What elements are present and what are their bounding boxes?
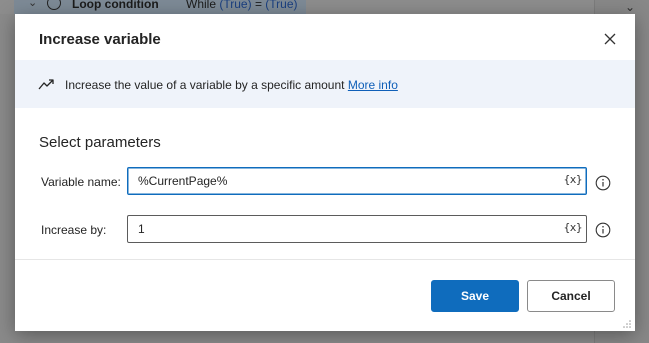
save-button[interactable]: Save xyxy=(431,280,519,312)
cancel-button[interactable]: Cancel xyxy=(527,280,615,312)
info-banner: Increase the value of a variable by a sp… xyxy=(15,60,635,108)
footer-divider xyxy=(15,259,635,260)
variable-picker-button[interactable]: {x} xyxy=(564,173,583,186)
resize-grip-icon[interactable] xyxy=(622,319,632,329)
variable-name-input[interactable] xyxy=(138,174,538,188)
info-icon[interactable] xyxy=(595,222,611,238)
variable-picker-button[interactable]: {x} xyxy=(564,221,583,234)
increase-by-field[interactable]: {x} xyxy=(127,215,587,243)
dialog-title: Increase variable xyxy=(39,31,161,48)
loop-icon xyxy=(47,0,61,10)
close-button[interactable] xyxy=(599,28,621,50)
variable-name-label: Variable name: xyxy=(41,175,121,189)
loop-step-title: Loop condition xyxy=(72,0,159,11)
info-icon[interactable] xyxy=(595,175,611,191)
close-icon xyxy=(604,33,616,45)
increase-by-input[interactable] xyxy=(138,222,538,236)
loop-step-detail: While (True) = (True) xyxy=(186,0,298,11)
increase-variable-dialog: Increase variable Increase the value of … xyxy=(15,14,635,331)
section-title: Select parameters xyxy=(39,134,161,151)
info-description: Increase the value of a variable by a sp… xyxy=(65,78,398,92)
variable-name-field[interactable]: {x} xyxy=(127,167,587,195)
increase-by-label: Increase by: xyxy=(41,223,107,237)
trending-up-icon xyxy=(38,79,54,90)
chevron-down-icon: ⌄ xyxy=(625,0,636,14)
background-loop-step: ⌄ Loop condition While (True) = (True) xyxy=(14,0,306,14)
chevron-down-icon: ⌄ xyxy=(28,0,38,9)
more-info-link[interactable]: More info xyxy=(348,78,398,92)
